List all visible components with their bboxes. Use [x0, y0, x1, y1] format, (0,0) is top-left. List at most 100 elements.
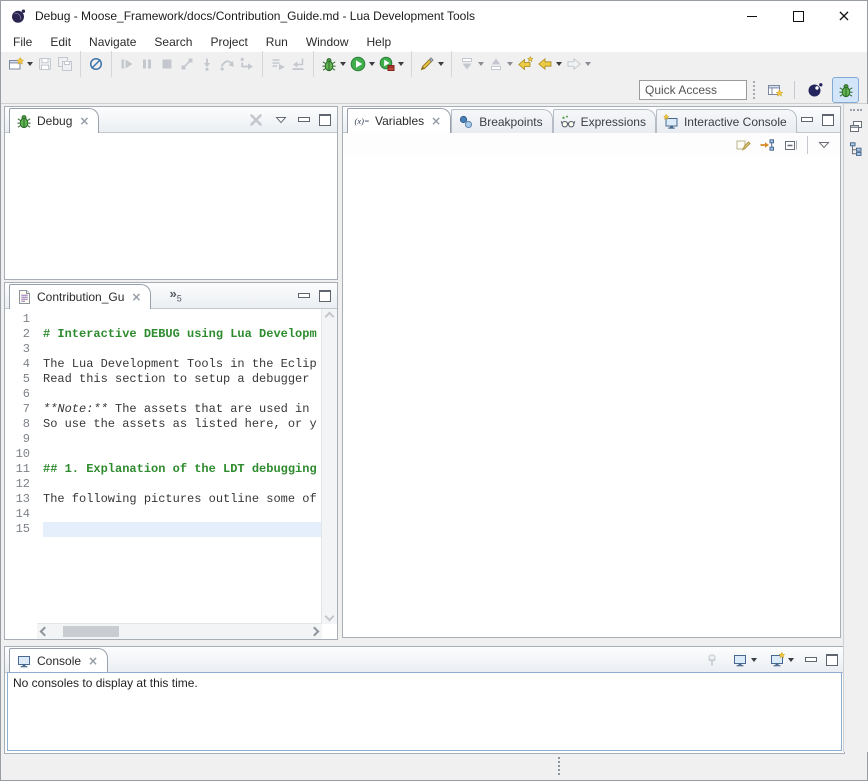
- editor-line[interactable]: So use the assets as listed here, or y: [43, 417, 322, 432]
- scroll-up-icon[interactable]: [325, 312, 335, 322]
- menu-help[interactable]: Help: [358, 32, 401, 52]
- menu-project[interactable]: Project: [201, 32, 256, 52]
- dropdown-arrow-icon[interactable]: [478, 62, 484, 66]
- editor-line[interactable]: The Lua Development Tools in the Eclip: [43, 357, 322, 372]
- new-wizard-button[interactable]: [6, 51, 35, 77]
- debug-button[interactable]: [319, 51, 348, 77]
- dropdown-arrow-icon[interactable]: [369, 62, 375, 66]
- forward-button[interactable]: [564, 51, 593, 77]
- menu-navigate[interactable]: Navigate: [80, 32, 145, 52]
- open-console-button[interactable]: [767, 647, 796, 673]
- tab-breakpoints[interactable]: Breakpoints: [451, 109, 552, 133]
- close-icon[interactable]: ×: [79, 114, 89, 128]
- editor-line[interactable]: [43, 342, 322, 357]
- editor-line[interactable]: [43, 312, 322, 327]
- next-annotation-button[interactable]: [457, 51, 486, 77]
- dropdown-arrow-icon[interactable]: [398, 62, 404, 66]
- collapse-all-icon[interactable]: [783, 137, 799, 153]
- save-button[interactable]: [35, 51, 55, 77]
- save-all-button[interactable]: [55, 51, 75, 77]
- menu-edit[interactable]: Edit: [41, 32, 80, 52]
- run-button[interactable]: [348, 51, 377, 77]
- dropdown-arrow-icon[interactable]: [788, 658, 794, 662]
- menu-file[interactable]: File: [4, 32, 41, 52]
- tab-variables[interactable]: (x)=Variables×: [347, 108, 451, 133]
- editor-line[interactable]: # Interactive DEBUG using Lua Developm: [43, 327, 322, 342]
- horizontal-scrollbar[interactable]: [37, 623, 322, 639]
- terminate-button[interactable]: [157, 51, 177, 77]
- close-icon[interactable]: ×: [88, 654, 98, 668]
- editor-line[interactable]: **Note:** The assets that are used in: [43, 402, 322, 417]
- use-step-filters-button[interactable]: [268, 51, 288, 77]
- scrollbar-thumb[interactable]: [63, 626, 119, 637]
- profile-button[interactable]: [377, 51, 406, 77]
- minimize-view-button[interactable]: [801, 117, 813, 122]
- pin-console-button[interactable]: [702, 647, 722, 673]
- editor-line[interactable]: [43, 387, 322, 402]
- editor-line-current[interactable]: [43, 522, 322, 537]
- last-edit-location-button[interactable]: [515, 51, 535, 77]
- display-selected-console-button[interactable]: [730, 647, 759, 673]
- show-logical-structures-icon[interactable]: [759, 137, 775, 153]
- menu-search[interactable]: Search: [145, 32, 201, 52]
- tab-debug[interactable]: Debug ×: [9, 108, 99, 133]
- editor-line[interactable]: [43, 432, 322, 447]
- status-bar-drag-handle[interactable]: [558, 757, 560, 775]
- minimize-view-button[interactable]: [805, 657, 817, 662]
- drop-to-frame-button[interactable]: [288, 51, 308, 77]
- scroll-left-icon[interactable]: [40, 627, 50, 637]
- dropdown-arrow-icon[interactable]: [585, 62, 591, 66]
- disconnect-button[interactable]: [177, 51, 197, 77]
- tab-expressions[interactable]: Expressions: [553, 109, 656, 133]
- dropdown-arrow-icon[interactable]: [556, 62, 562, 66]
- maximize-view-button[interactable]: [826, 654, 838, 666]
- trim-drag-handle[interactable]: [850, 109, 862, 111]
- menu-window[interactable]: Window: [297, 32, 358, 52]
- view-menu-icon[interactable]: [273, 112, 289, 128]
- close-window-button[interactable]: ×: [821, 1, 867, 31]
- menu-run[interactable]: Run: [257, 32, 297, 52]
- lua-perspective-button[interactable]: [801, 77, 828, 103]
- tab-interactive-console[interactable]: Interactive Console: [656, 109, 797, 133]
- open-perspective-button[interactable]: [761, 77, 788, 103]
- close-icon[interactable]: ×: [131, 290, 141, 304]
- debug-perspective-button[interactable]: [832, 77, 859, 103]
- editor-body[interactable]: 123456789101112131415 # Interactive DEBU…: [5, 309, 337, 639]
- maximize-view-button[interactable]: [822, 114, 834, 126]
- quick-access-input[interactable]: [639, 80, 747, 100]
- step-over-button[interactable]: [217, 51, 237, 77]
- dropdown-arrow-icon[interactable]: [438, 62, 444, 66]
- editor-line[interactable]: [43, 477, 322, 492]
- step-into-button[interactable]: [197, 51, 217, 77]
- vertical-scrollbar[interactable]: [321, 309, 337, 624]
- step-return-button[interactable]: [237, 51, 257, 77]
- view-menu-icon[interactable]: [816, 137, 832, 153]
- maximize-view-button[interactable]: [319, 290, 331, 302]
- scroll-down-icon[interactable]: [325, 612, 335, 622]
- editor-text[interactable]: # Interactive DEBUG using Lua Developm Th…: [43, 309, 322, 624]
- show-type-names-icon[interactable]: [735, 137, 751, 153]
- editor-tab-overflow-button[interactable]: »5: [169, 286, 181, 304]
- editor-line[interactable]: Read this section to setup a debugger: [43, 372, 322, 387]
- restore-minimized-view-button[interactable]: [847, 118, 865, 136]
- editor-line[interactable]: [43, 507, 322, 522]
- dropdown-arrow-icon[interactable]: [751, 658, 757, 662]
- remove-all-terminated-icon[interactable]: [248, 112, 264, 128]
- minimize-view-button[interactable]: [298, 293, 310, 298]
- previous-annotation-button[interactable]: [486, 51, 515, 77]
- outline-view-button[interactable]: [847, 140, 865, 158]
- external-tools-button[interactable]: [417, 51, 446, 77]
- editor-line[interactable]: The following pictures outline some of: [43, 492, 322, 507]
- minimize-window-button[interactable]: [729, 1, 775, 31]
- tab-contribution-guide[interactable]: Contribution_Gu ×: [9, 284, 151, 309]
- minimize-view-button[interactable]: [298, 117, 310, 122]
- maximize-view-button[interactable]: [319, 114, 331, 126]
- skip-all-breakpoints-button[interactable]: [86, 51, 106, 77]
- editor-line[interactable]: ## 1. Explanation of the LDT debugging: [43, 462, 322, 477]
- maximize-window-button[interactable]: [775, 1, 821, 31]
- dropdown-arrow-icon[interactable]: [507, 62, 513, 66]
- dropdown-arrow-icon[interactable]: [340, 62, 346, 66]
- back-button[interactable]: [535, 51, 564, 77]
- editor-line[interactable]: [43, 447, 322, 462]
- dropdown-arrow-icon[interactable]: [27, 62, 33, 66]
